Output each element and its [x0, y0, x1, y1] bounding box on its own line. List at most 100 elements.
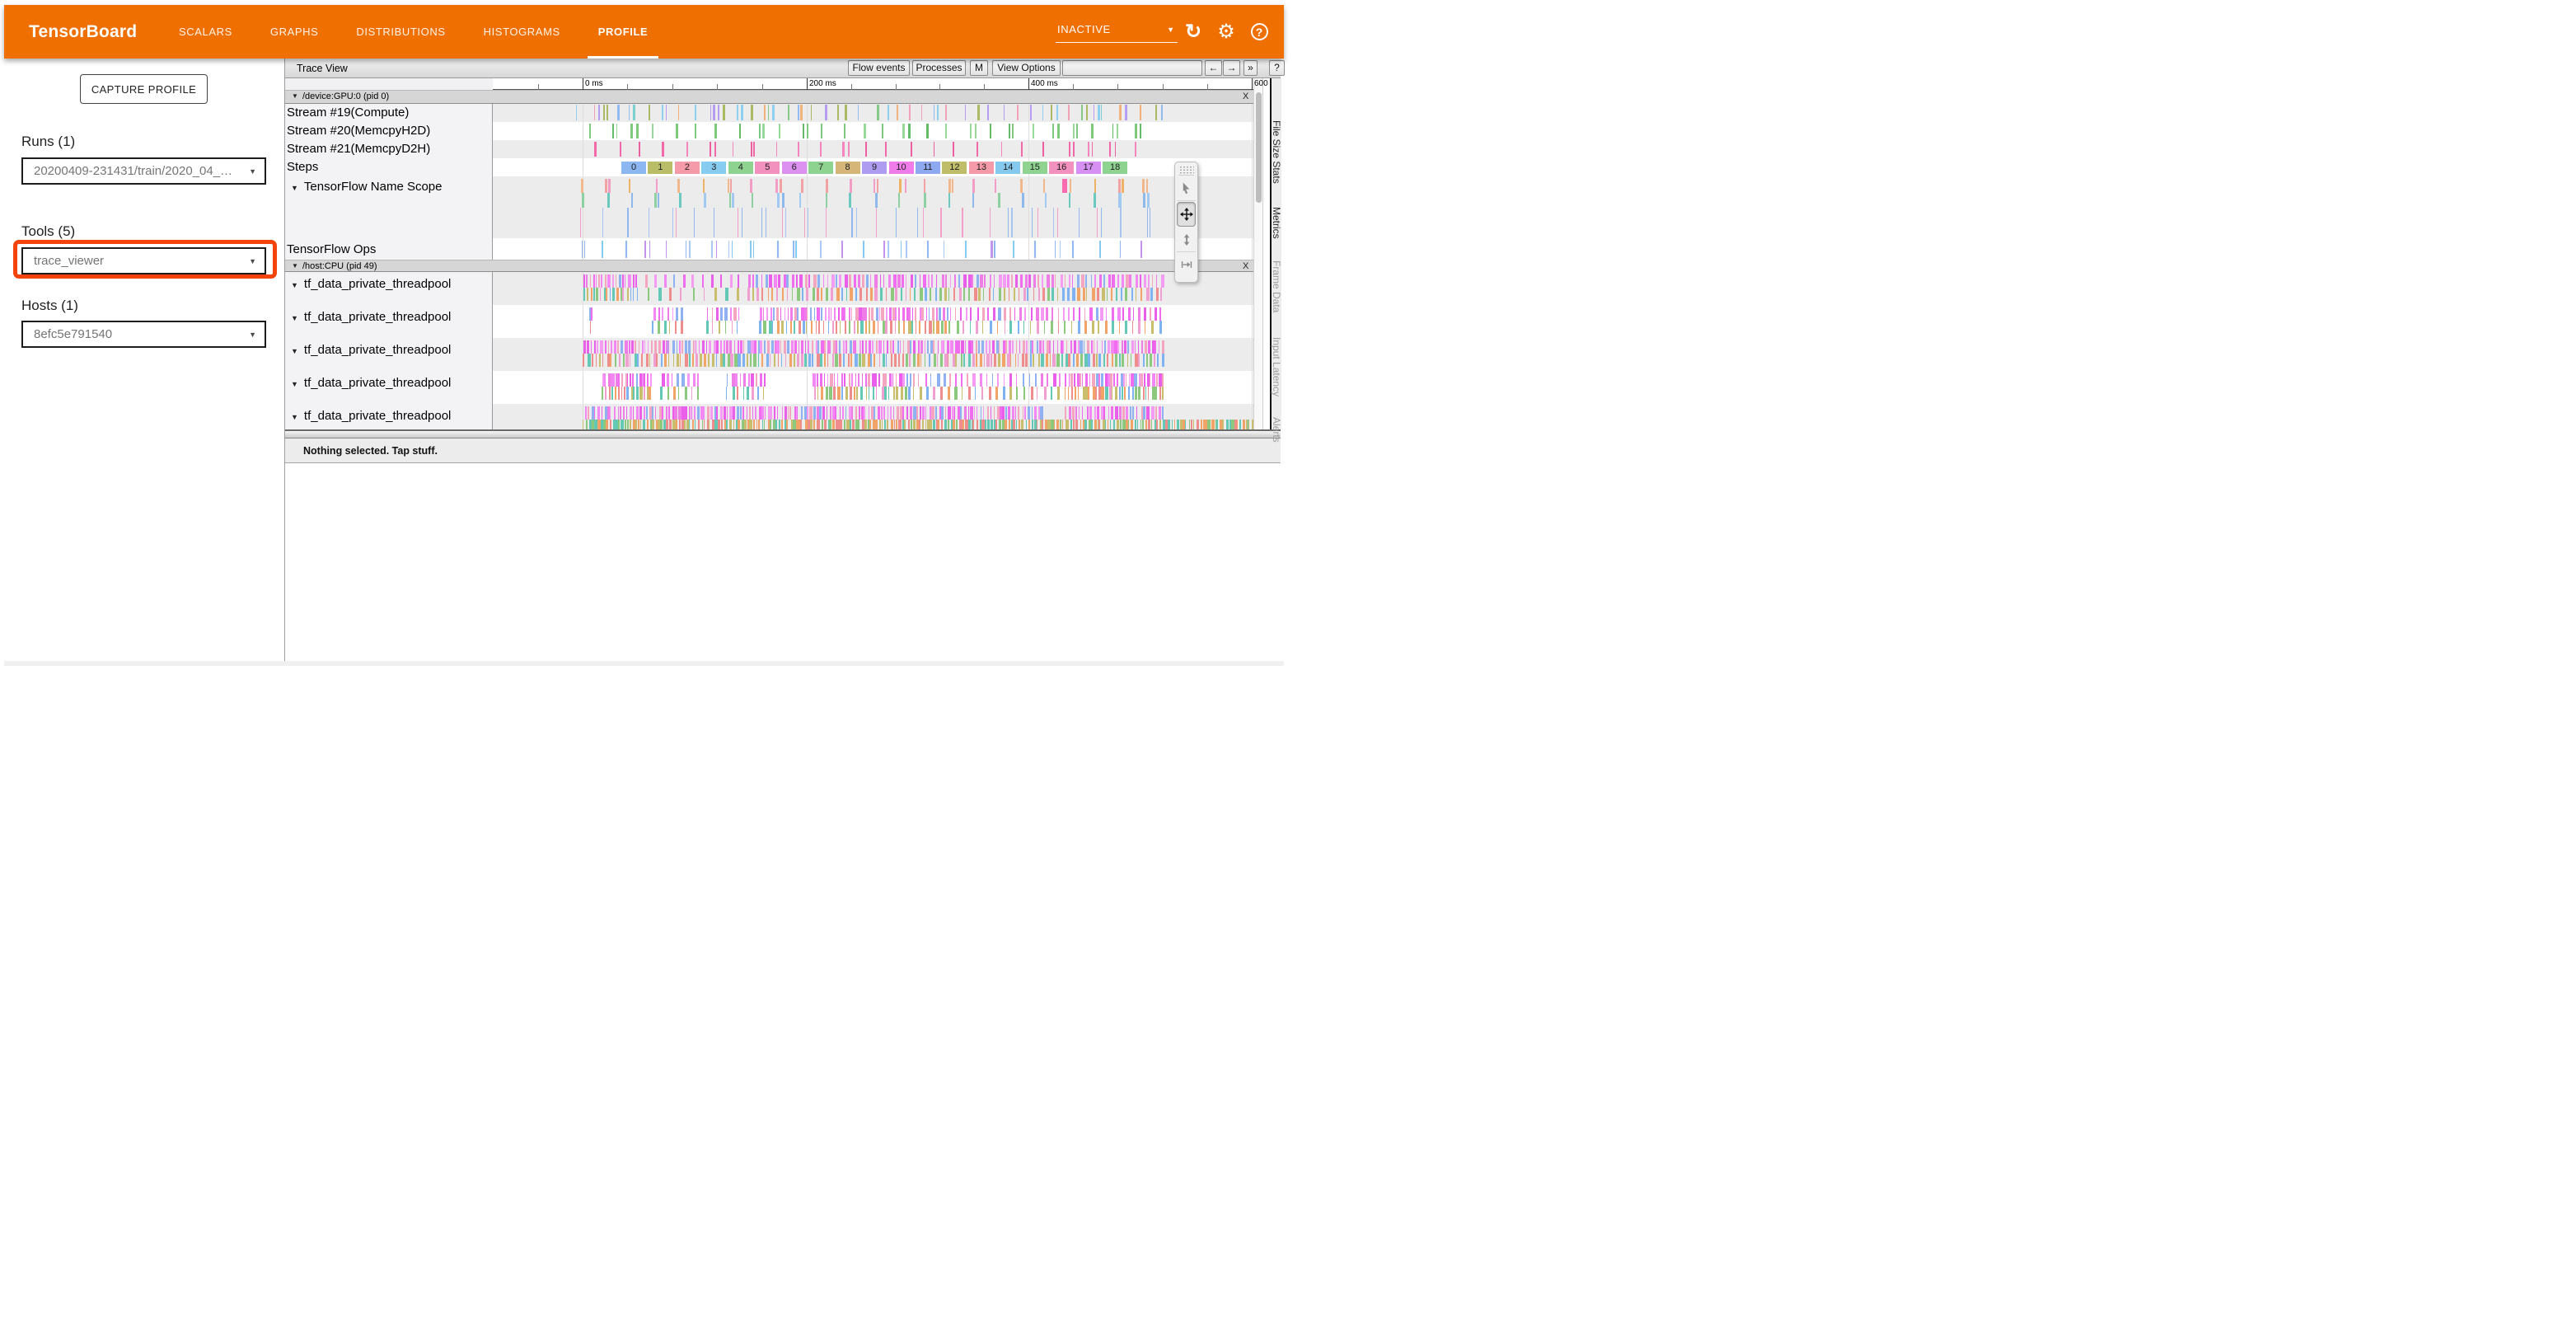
trace-event-bar[interactable] [876, 387, 878, 400]
trace-event-bar[interactable] [1091, 124, 1093, 138]
trace-event-bar[interactable] [1057, 387, 1061, 400]
trace-event-bar[interactable] [919, 420, 920, 429]
trace-event-bar[interactable] [1004, 288, 1005, 301]
trace-event-bar[interactable] [994, 354, 996, 367]
trace-event-bar[interactable] [911, 274, 912, 288]
trace-event-bar[interactable] [645, 274, 648, 288]
trace-event-bar[interactable] [944, 373, 946, 387]
trace-event-bar[interactable] [610, 420, 611, 429]
trace-event-bar[interactable] [941, 420, 943, 429]
trace-event-bar[interactable] [945, 406, 946, 420]
trace-event-bar[interactable] [830, 406, 832, 420]
trace-event-bar[interactable] [808, 340, 810, 354]
trace-event-bar[interactable] [594, 105, 596, 120]
trace-event-bar[interactable] [685, 354, 688, 367]
trace-event-bar[interactable] [616, 288, 619, 301]
trace-event-bar[interactable] [1076, 124, 1078, 138]
trace-event-bar[interactable] [1129, 373, 1130, 387]
trace-event-bar[interactable] [1146, 406, 1150, 420]
trace-event-bar[interactable] [748, 274, 751, 288]
trace-event-bar[interactable] [668, 354, 670, 367]
trace-event-bar[interactable] [925, 420, 927, 429]
trace-event-bar[interactable] [843, 340, 845, 354]
trace-event-bar[interactable] [982, 321, 983, 334]
trace-event-bar[interactable] [896, 208, 897, 237]
trace-event-bar[interactable] [765, 406, 766, 420]
trace-event-bar[interactable] [795, 241, 797, 258]
trace-event-bar[interactable] [1039, 340, 1041, 354]
trace-event-bar[interactable] [707, 406, 709, 420]
trace-event-bar[interactable] [1055, 274, 1056, 288]
trace-event-bar[interactable] [888, 406, 889, 420]
trace-event-bar[interactable] [710, 406, 713, 420]
trace-event-bar[interactable] [840, 321, 841, 334]
trace-event-bar[interactable] [584, 241, 585, 258]
side-tab-alerts[interactable]: Alerts [1270, 416, 1282, 443]
trace-event-bar[interactable] [1008, 406, 1010, 420]
trace-event-bar[interactable] [980, 373, 982, 387]
trace-event-bar[interactable] [662, 142, 663, 157]
close-section-button[interactable]: X [1243, 261, 1248, 271]
trace-event-bar[interactable] [865, 321, 867, 334]
trace-event-bar[interactable] [583, 274, 585, 288]
step-block-13[interactable]: 13 [969, 162, 994, 174]
trace-event-bar[interactable] [790, 321, 792, 334]
collapse-triangle-icon[interactable]: ▼ [291, 347, 298, 355]
trace-event-bar[interactable] [750, 354, 752, 367]
trace-event-bar[interactable] [703, 179, 705, 193]
trace-event-bar[interactable] [1063, 340, 1064, 354]
trace-event-bar[interactable] [1051, 321, 1053, 334]
trace-event-bar[interactable] [652, 406, 653, 420]
trace-event-bar[interactable] [1136, 406, 1138, 420]
trace-event-bar[interactable] [914, 288, 916, 301]
trace-event-bar[interactable] [1161, 274, 1164, 288]
trace-event-bar[interactable] [941, 321, 944, 334]
trace-event-bar[interactable] [1016, 373, 1018, 387]
collapse-triangle-icon[interactable]: ▼ [291, 413, 298, 421]
trace-event-bar[interactable] [1040, 406, 1043, 420]
trace-event-bar[interactable] [610, 354, 611, 367]
trace-event-bar[interactable] [1050, 354, 1051, 367]
trace-event-bar[interactable] [1024, 406, 1027, 420]
trace-event-bar[interactable] [712, 354, 714, 367]
trace-event-bar[interactable] [583, 288, 585, 301]
trace-event-bar[interactable] [684, 406, 687, 420]
trace-event-bar[interactable] [771, 340, 774, 354]
trace-event-bar[interactable] [1051, 288, 1054, 301]
trace-event-bar[interactable] [738, 208, 739, 237]
trace-event-bar[interactable] [599, 354, 601, 367]
trace-event-bar[interactable] [963, 274, 967, 288]
trace-event-bar[interactable] [1002, 406, 1005, 420]
trace-event-bar[interactable] [925, 406, 926, 420]
trace-event-bar[interactable] [1017, 105, 1019, 120]
trace-event-bar[interactable] [994, 406, 995, 420]
trace-event-bar[interactable] [593, 288, 595, 301]
trace-event-bar[interactable] [1122, 354, 1123, 367]
trace-event-bar[interactable] [633, 387, 635, 400]
trace-event-bar[interactable] [997, 373, 999, 387]
trace-event-bar[interactable] [686, 241, 687, 258]
collapse-triangle-icon[interactable]: ▼ [291, 184, 298, 192]
trace-event-bar[interactable] [1009, 307, 1012, 321]
timing-tool-button[interactable] [1177, 252, 1196, 277]
trace-event-bar[interactable] [1073, 124, 1075, 138]
trace-event-bar[interactable] [793, 241, 794, 258]
trace-event-bar[interactable] [1112, 354, 1113, 367]
trace-event-bar[interactable] [612, 288, 615, 301]
trace-event-bar[interactable] [1018, 354, 1019, 367]
trace-event-bar[interactable] [1051, 387, 1052, 400]
trace-event-bar[interactable] [1151, 420, 1152, 429]
trace-event-bar[interactable] [666, 406, 668, 420]
trace-event-bar[interactable] [653, 307, 656, 321]
trace-event-bar[interactable] [676, 208, 677, 237]
trace-event-bar[interactable] [766, 307, 768, 321]
trace-event-bar[interactable] [1117, 373, 1119, 387]
trace-event-bar[interactable] [1105, 387, 1108, 400]
trace-event-bar[interactable] [650, 373, 652, 387]
trace-event-bar[interactable] [1122, 387, 1123, 400]
trace-event-bar[interactable] [1150, 288, 1153, 301]
trace-event-bar[interactable] [1084, 387, 1087, 400]
trace-event-bar[interactable] [588, 406, 589, 420]
trace-event-bar[interactable] [948, 387, 950, 400]
trace-event-bar[interactable] [845, 321, 846, 334]
